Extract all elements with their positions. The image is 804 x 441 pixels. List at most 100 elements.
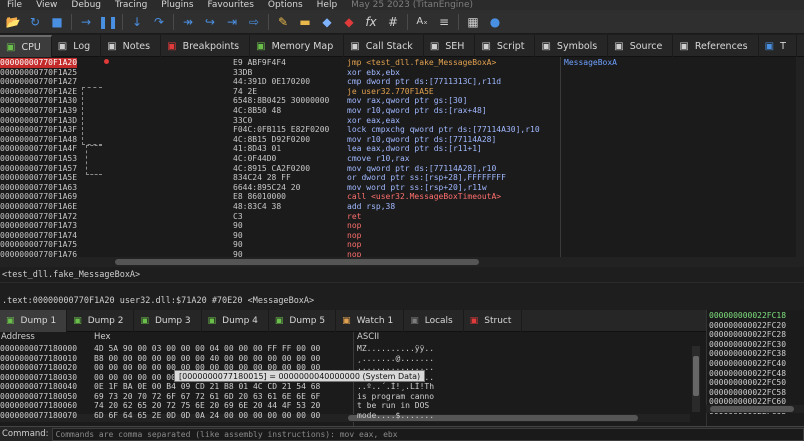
stack-row[interactable]: 000000000022FC28: [709, 330, 786, 340]
disasm-row[interactable]: 00000000770F1A2E 74 2E je user32.770F1A5E: [0, 87, 804, 97]
disasm-row[interactable]: 00000000770F1A74 90 nop: [0, 231, 804, 241]
tab-struct[interactable]: ▣ Struct: [464, 310, 523, 332]
command-bar: Command:: [0, 426, 804, 441]
disasm-row[interactable]: 00000000770F1A75 90 nop: [0, 240, 804, 250]
disasm-row[interactable]: 00000000770F1A69 E8 86010000 call <user32.…: [0, 192, 804, 202]
disasm-instruction: je user32.770F1A5E: [347, 86, 434, 96]
function-icon[interactable]: fx: [360, 12, 382, 32]
dump-row[interactable]: 0000000077180040 0E 1F BA 0E 00 B4 09 CD …: [0, 382, 706, 392]
stack-row[interactable]: 000000000022FC48: [709, 369, 786, 379]
step-over-icon[interactable]: ↷: [148, 12, 170, 32]
trace-over-icon[interactable]: ↪: [199, 12, 221, 32]
disasm-row[interactable]: 00000000770F1A6E 48:83C4 38 add rsp,38: [0, 202, 804, 212]
restart-icon[interactable]: ↻: [24, 12, 46, 32]
disasm-row[interactable]: 00000000770F1A27 44:391D 0E170200 cmp dwor…: [0, 77, 804, 87]
menu-item-debug[interactable]: Debug: [64, 0, 108, 10]
stack-row[interactable]: 000000000022FC50: [709, 378, 786, 388]
disasm-row[interactable]: 00000000770F1A53 4C:0F44D0 cmove r10,rax: [0, 154, 804, 164]
open-icon[interactable]: 📂: [2, 12, 24, 32]
disasm-row[interactable]: 00000000770F1A57 4C:8915 CA2F0200 mov qwor…: [0, 164, 804, 174]
stack-row[interactable]: 000000000022FC58: [709, 388, 786, 398]
tab-dump-1[interactable]: ▣ Dump 1: [0, 310, 68, 332]
disasm-row[interactable]: 00000000770F1A72 C3 ret: [0, 212, 804, 222]
dump-ascii: is program canno: [357, 391, 435, 401]
disassembly-view[interactable]: 00000000770F1A20 E9 ABF9F4F4 jmp <test_dll…: [0, 57, 804, 257]
disasm-row[interactable]: 00000000770F1A4F 41:8D43 01 lea eax,dword …: [0, 144, 804, 154]
tab-breakpoints[interactable]: ▣ Breakpoints: [161, 35, 251, 57]
tab-script[interactable]: ▣ Script: [475, 35, 536, 57]
tab-cpu[interactable]: ▣ CPU: [0, 35, 52, 57]
tab-seh[interactable]: ▣ SEH: [424, 35, 476, 57]
disasm-row[interactable]: 00000000770F1A73 90 nop: [0, 221, 804, 231]
menu-item-file[interactable]: File: [0, 0, 29, 10]
tab-watch-1[interactable]: ▣ Watch 1: [336, 310, 405, 332]
menu-item-tracing[interactable]: Tracing: [108, 0, 154, 10]
tab-dump-5[interactable]: ▣ Dump 5: [269, 310, 337, 332]
disassembly-horizontal-scrollbar[interactable]: [0, 257, 804, 267]
stack-row[interactable]: 000000000022FC18: [709, 311, 786, 321]
pause-icon[interactable]: ❚❚: [97, 12, 119, 32]
run-to-user-code-icon[interactable]: ⇨: [243, 12, 265, 32]
stack-row[interactable]: 000000000022FC20: [709, 321, 786, 331]
disasm-row[interactable]: 00000000770F1A20 E9 ABF9F4F4 jmp <test_dll…: [0, 58, 804, 68]
dump-header-hex: Hex: [94, 332, 111, 342]
scrollbar-thumb[interactable]: [115, 259, 479, 265]
tab-symbols[interactable]: ▣ Symbols: [535, 35, 609, 57]
tab-label: Memory Map: [271, 40, 334, 52]
tab-dump-3[interactable]: ▣ Dump 3: [134, 310, 202, 332]
stack-row[interactable]: 000000000022FC40: [709, 359, 786, 369]
font-icon[interactable]: Aₓ: [411, 12, 433, 32]
disasm-row[interactable]: 00000000770F1A3D 33C0 xor eax,eax: [0, 116, 804, 126]
dump-row[interactable]: 0000000077180050 69 73 20 70 72 6F 67 72 …: [0, 392, 706, 402]
log-icon: ▣: [57, 40, 68, 52]
bookmark-icon[interactable]: ◆: [338, 12, 360, 32]
tab-log[interactable]: ▣ Log: [52, 35, 102, 57]
disassembly-vertical-scrollbar[interactable]: [796, 57, 804, 257]
menu-item-view[interactable]: View: [29, 0, 64, 10]
disasm-row[interactable]: 00000000770F1A63 6644:895C24 20 mov word p…: [0, 183, 804, 193]
tab-references[interactable]: ▣ References: [673, 35, 759, 57]
menu-item-help[interactable]: Help: [310, 0, 345, 10]
disasm-row[interactable]: 00000000770F1A39 4C:8B50 48 mov r10,qword …: [0, 106, 804, 116]
dump-row[interactable]: 0000000077180070 6D 6F 64 65 2E 0D 0D 0A …: [0, 411, 706, 421]
run-icon[interactable]: →: [75, 12, 97, 32]
disasm-row[interactable]: 00000000770F1A76 90 nop: [0, 250, 804, 257]
dump-row[interactable]: 0000000077180000 4D 5A 90 00 03 00 00 00 …: [0, 344, 706, 354]
dump-row[interactable]: 0000000077180060 74 20 62 65 20 72 75 6E …: [0, 401, 706, 411]
dump-row[interactable]: 0000000077180010 B8 00 00 00 00 00 00 00 …: [0, 354, 706, 364]
stack-row[interactable]: 000000000022FC38: [709, 349, 786, 359]
menu-item-plugins[interactable]: Plugins: [154, 0, 200, 10]
disasm-address: 00000000770F1A72: [0, 211, 78, 221]
tab-dump-2[interactable]: ▣ Dump 2: [67, 310, 135, 332]
tab-source[interactable]: ▣ Source: [608, 35, 674, 57]
trace-into-icon[interactable]: ↠: [177, 12, 199, 32]
tab-notes[interactable]: ▣ Notes: [101, 35, 162, 57]
scrollbar-thumb[interactable]: [710, 406, 794, 412]
comment-icon[interactable]: ▬: [294, 12, 316, 32]
tab-dump-4[interactable]: ▣ Dump 4: [202, 310, 269, 332]
tab-locals[interactable]: ▣ Locals: [404, 310, 464, 332]
dump-view[interactable]: Address Hex ASCII 0000000077180000 4D 5A …: [0, 332, 706, 426]
settings-icon[interactable]: ●: [484, 12, 506, 32]
tab-memory-map[interactable]: ▣ Memory Map: [250, 35, 345, 57]
label-icon[interactable]: ◆: [316, 12, 338, 32]
disasm-row[interactable]: 00000000770F1A25 33DB xor ebx,ebx: [0, 68, 804, 78]
tab-call-stack[interactable]: ▣ Call Stack: [344, 35, 424, 57]
step-into-icon[interactable]: ↓: [126, 12, 148, 32]
patch-icon[interactable]: ✎: [272, 12, 294, 32]
execute-till-return-icon[interactable]: ⇥: [221, 12, 243, 32]
tab-t[interactable]: ▣ T: [759, 35, 797, 57]
menu-item-options[interactable]: Options: [261, 0, 310, 10]
menu-item-favourites[interactable]: Favourites: [201, 0, 261, 10]
disasm-row[interactable]: 00000000770F1A30 6548:8B0425 30000000 mov …: [0, 96, 804, 106]
strings-icon[interactable]: ≡: [433, 12, 455, 32]
hash-icon[interactable]: #: [382, 12, 404, 32]
calculator-icon[interactable]: ▦: [462, 12, 484, 32]
stack-row[interactable]: 000000000022FC30: [709, 340, 786, 350]
close-icon[interactable]: ■: [46, 12, 68, 32]
disasm-row[interactable]: 00000000770F1A5E 834C24 28 FF or dword ptr…: [0, 173, 804, 183]
disasm-row[interactable]: 00000000770F1A48 4C:8B15 D92F0200 mov r10,…: [0, 135, 804, 145]
disasm-row[interactable]: 00000000770F1A3F F04C:0FB115 E82F0200 lock…: [0, 125, 804, 135]
stack-horizontal-scrollbar[interactable]: [706, 405, 804, 413]
command-input[interactable]: [51, 427, 804, 441]
